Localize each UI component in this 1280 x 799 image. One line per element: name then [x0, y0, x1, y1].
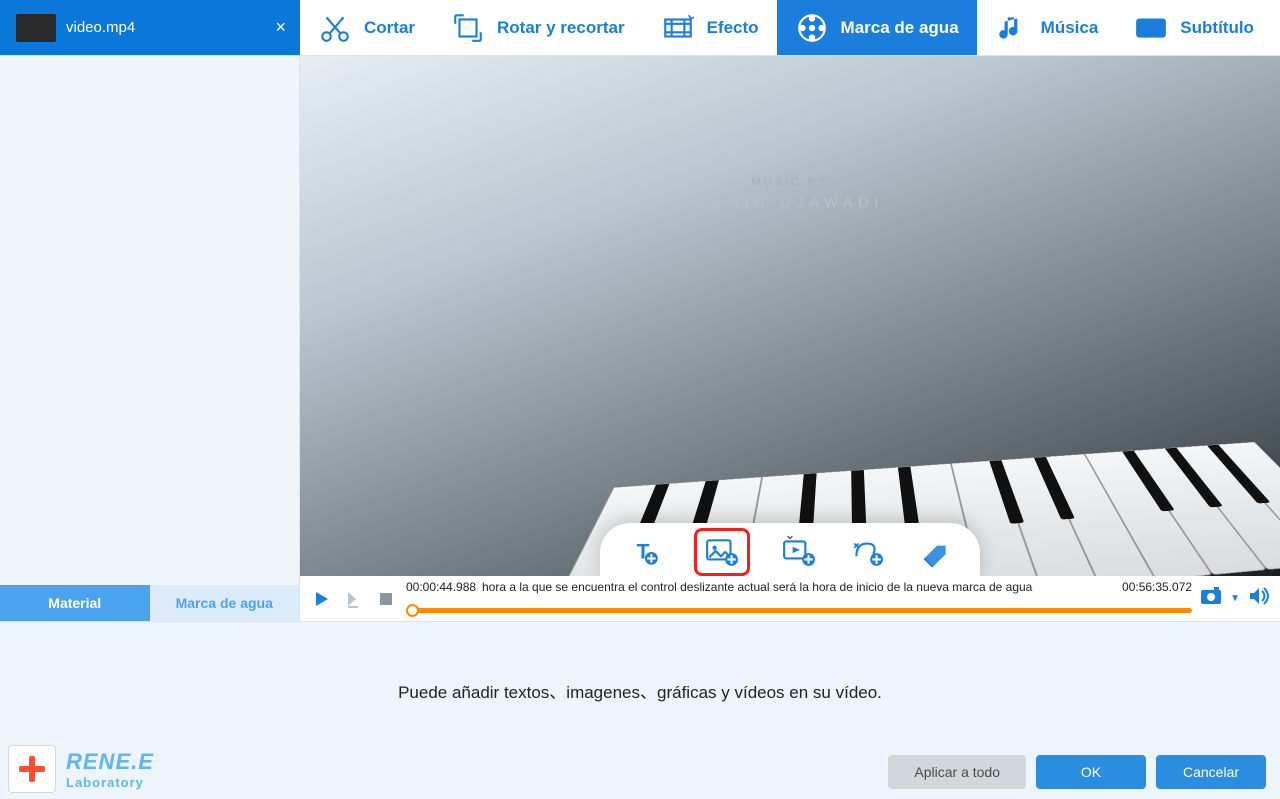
- mid-row: Material Marca de agua MUSIC BY RAMIN DJ…: [0, 56, 1280, 621]
- ok-label: OK: [1081, 764, 1101, 780]
- file-thumbnail: [16, 14, 56, 42]
- tool-watermark-label: Marca de agua: [841, 18, 959, 38]
- scissors-icon: [318, 11, 352, 45]
- music-icon: [995, 11, 1029, 45]
- chevron-down-small-icon[interactable]: ▼: [1230, 593, 1240, 604]
- brand-line1: RENE.E: [66, 749, 154, 775]
- credit-name: RAMIN DJAWADI: [696, 194, 885, 210]
- chevron-down-icon[interactable]: ⌄: [785, 527, 796, 543]
- timeline-knob[interactable]: [406, 604, 419, 617]
- tool-music[interactable]: Música: [977, 0, 1117, 55]
- volume-button[interactable]: [1248, 586, 1270, 611]
- bottom-panel: Puede añadir textos、imagenes、gráficas y …: [0, 621, 1280, 799]
- toolbar: Cortar Rotar y recortar Efecto Marca de …: [300, 0, 1280, 55]
- ok-button[interactable]: OK: [1036, 755, 1146, 789]
- cancel-label: Cancelar: [1183, 764, 1239, 780]
- sidebar: Material Marca de agua: [0, 56, 300, 621]
- tool-effect-label: Efecto: [707, 18, 759, 38]
- subtitle-icon: SUB: [1134, 11, 1168, 45]
- time-current: 00:00:44.988: [406, 580, 476, 594]
- tool-rotate[interactable]: Rotar y recortar: [433, 0, 643, 55]
- credit-label: MUSIC BY: [696, 176, 885, 188]
- step-button[interactable]: [342, 587, 366, 611]
- tab-material-label: Material: [48, 595, 101, 611]
- tab-watermark-label: Marca de agua: [176, 595, 273, 611]
- stop-button[interactable]: [374, 587, 398, 611]
- tool-cut-label: Cortar: [364, 18, 415, 38]
- bottom-hint: Puede añadir textos、imagenes、gráficas y …: [0, 678, 1280, 703]
- brand-text: RENE.E Laboratory: [66, 749, 154, 790]
- dialog-buttons: Aplicar a todo OK Cancelar: [888, 755, 1266, 789]
- preview-credit: MUSIC BY RAMIN DJAWADI: [696, 176, 885, 210]
- snapshot-button[interactable]: [1200, 586, 1222, 611]
- svg-text:SUB: SUB: [1141, 24, 1161, 35]
- tool-rotate-label: Rotar y recortar: [497, 18, 625, 38]
- timeline-bar: 00:00:44.988 hora a la que se encuentra …: [300, 576, 1280, 621]
- apply-all-label: Aplicar a todo: [914, 764, 1000, 780]
- timeline-hint: hora a la que se encuentra el control de…: [482, 580, 1106, 594]
- tool-effect[interactable]: Efecto: [643, 0, 777, 55]
- tool-cut[interactable]: Cortar: [300, 0, 433, 55]
- tab-material[interactable]: Material: [0, 585, 150, 621]
- file-tab[interactable]: video.mp4 ×: [0, 0, 300, 55]
- tool-subtitle-label: Subtítulo: [1180, 18, 1254, 38]
- brand: RENE.E Laboratory: [8, 745, 154, 793]
- remove-watermark-button[interactable]: [916, 533, 954, 571]
- preview-frame: MUSIC BY RAMIN DJAWADI: [300, 56, 1280, 576]
- tool-watermark[interactable]: Marca de agua: [777, 0, 977, 55]
- play-button[interactable]: [310, 587, 334, 611]
- tool-music-label: Música: [1041, 18, 1099, 38]
- file-name: video.mp4: [66, 19, 135, 36]
- sidebar-tabs: Material Marca de agua: [0, 585, 299, 621]
- add-text-watermark-button[interactable]: T: [626, 533, 664, 571]
- preview-column: MUSIC BY RAMIN DJAWADI ⌄ T: [300, 56, 1280, 621]
- watermark-icon: [795, 11, 829, 45]
- brand-line2: Laboratory: [66, 775, 154, 790]
- tab-watermark[interactable]: Marca de agua: [150, 585, 300, 621]
- close-icon[interactable]: ×: [275, 17, 286, 38]
- add-shape-watermark-button[interactable]: [848, 533, 886, 571]
- timeline-rail[interactable]: [406, 608, 1192, 613]
- cancel-button[interactable]: Cancelar: [1156, 755, 1266, 789]
- film-effect-icon: [661, 11, 695, 45]
- tool-subtitle[interactable]: SUB Subtítulo: [1116, 0, 1272, 55]
- playback-controls: [310, 587, 398, 611]
- time-total: 00:56:35.072: [1122, 580, 1192, 594]
- timeline-track[interactable]: 00:00:44.988 hora a la que se encuentra …: [406, 576, 1192, 621]
- top-bar: video.mp4 × Cortar Rotar y recortar Efec…: [0, 0, 1280, 56]
- video-preview[interactable]: MUSIC BY RAMIN DJAWADI ⌄ T: [300, 56, 1280, 576]
- add-image-watermark-button[interactable]: [694, 528, 750, 576]
- brand-icon: [8, 745, 56, 793]
- timeline-side-controls: ▼: [1200, 586, 1270, 611]
- watermark-action-bar: ⌄ T: [600, 523, 980, 576]
- apply-all-button[interactable]: Aplicar a todo: [888, 755, 1026, 789]
- crop-rotate-icon: [451, 11, 485, 45]
